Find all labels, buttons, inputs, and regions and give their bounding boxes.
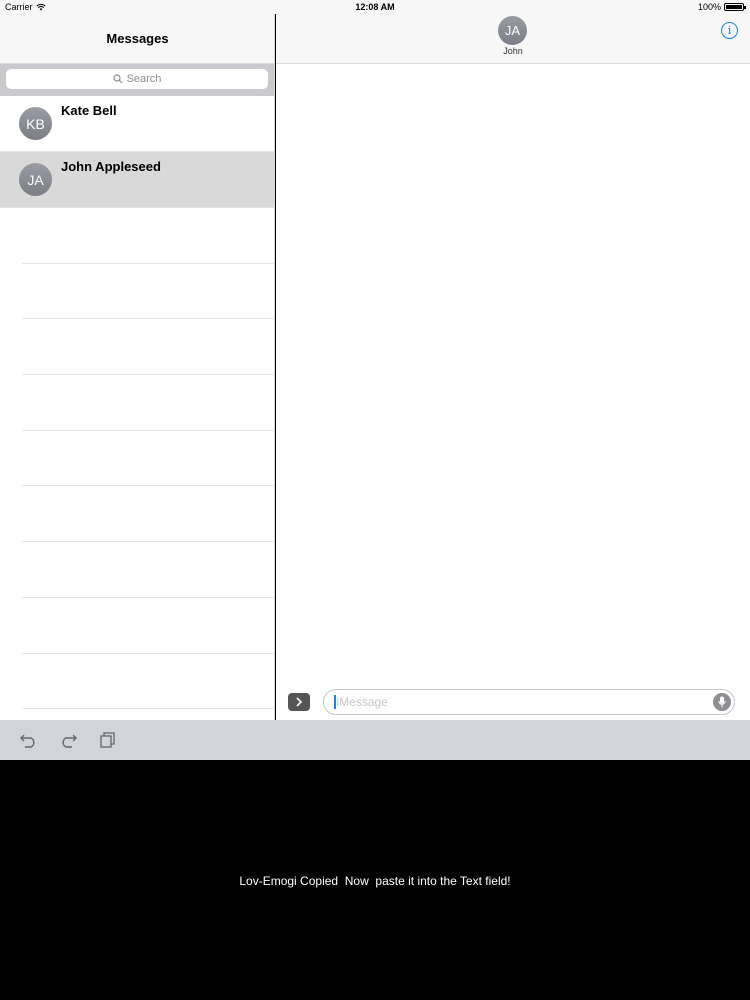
contact-name[interactable]: John — [276, 46, 750, 56]
search-placeholder: Search — [126, 73, 162, 85]
custom-keyboard: Lov-Emogi Copied Now paste it into the T… — [0, 760, 750, 1000]
microphone-button[interactable] — [713, 693, 731, 711]
list-separator — [22, 654, 274, 710]
microphone-icon — [718, 696, 726, 708]
battery-group: 100% — [697, 2, 746, 12]
list-separator — [22, 431, 274, 487]
list-separator — [22, 598, 274, 654]
page-title: Messages — [106, 31, 169, 46]
message-field[interactable]: iMessage — [323, 689, 735, 715]
search-icon — [112, 74, 122, 84]
keyboard-shortcut-bar — [0, 720, 750, 760]
detail-nav-bar: JA John i — [276, 14, 750, 64]
conversation-row-john-appleseed[interactable]: JA John Appleseed — [0, 152, 274, 208]
search-input[interactable]: Search — [6, 69, 268, 89]
contact-avatar[interactable]: JA — [498, 16, 527, 45]
search-area: Search — [0, 64, 274, 96]
list-separator — [22, 264, 274, 320]
list-separator — [22, 486, 274, 543]
conversation-list-pane: Messages Search KB Kate Bell JA John App… — [0, 14, 275, 720]
list-separator — [22, 319, 274, 376]
expand-apps-button[interactable] — [288, 693, 310, 711]
conversation-name: John Appleseed — [61, 159, 161, 174]
clock: 12:08 AM — [355, 2, 395, 12]
conversation-row-kate-bell[interactable]: KB Kate Bell — [0, 96, 274, 152]
list-separator — [22, 375, 274, 431]
undo-icon[interactable] — [20, 732, 38, 748]
message-placeholder: iMessage — [336, 695, 388, 709]
redo-icon[interactable] — [59, 732, 77, 748]
avatar: JA — [19, 163, 52, 196]
list-separator — [22, 542, 274, 598]
chevron-right-icon — [296, 697, 303, 707]
info-icon[interactable]: i — [721, 22, 738, 39]
battery-icon — [724, 3, 746, 11]
conversation-name: Kate Bell — [61, 103, 117, 118]
empty-list-area — [0, 208, 274, 710]
status-bar: Carrier 12:08 AM 100% — [0, 0, 750, 14]
battery-percent: 100% — [697, 2, 721, 12]
master-nav-bar: Messages — [0, 14, 274, 64]
list-separator — [22, 208, 274, 264]
conversation-detail-pane: JA John i iMessage — [276, 14, 750, 720]
keyboard-status-message: Lov-Emogi Copied Now paste it into the T… — [239, 874, 511, 888]
message-input-bar: iMessage — [276, 684, 750, 720]
avatar: KB — [19, 107, 52, 140]
text-caret — [334, 695, 336, 709]
clipboard-icon[interactable] — [99, 732, 117, 748]
